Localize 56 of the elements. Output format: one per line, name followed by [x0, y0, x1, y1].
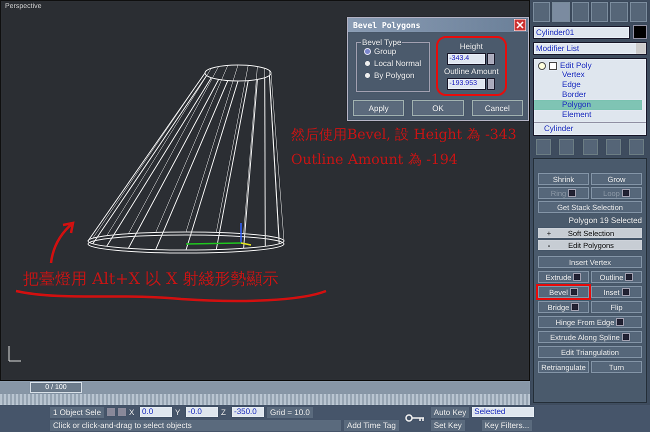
- key-filters-button[interactable]: Key Filters...: [482, 420, 532, 430]
- radio-button[interactable]: [365, 73, 370, 78]
- dialog-button[interactable]: Cancel: [472, 100, 523, 116]
- base-object-item[interactable]: Cylinder: [534, 122, 646, 134]
- axis-label: Y: [175, 408, 182, 416]
- field-label: Outline Amount: [444, 67, 499, 76]
- field-label: Height: [460, 42, 483, 51]
- object-color-swatch[interactable]: [633, 25, 647, 39]
- dropdown-label: Modifier List: [536, 43, 580, 54]
- sub-object-item[interactable]: Border: [534, 90, 642, 100]
- settings-icon[interactable]: [622, 333, 630, 341]
- group-title: Bevel Type: [361, 38, 402, 47]
- coordinate-field[interactable]: -0.0: [186, 407, 218, 417]
- settings-icon[interactable]: [570, 288, 578, 296]
- modifier-list-dropdown[interactable]: Modifier List: [533, 42, 647, 55]
- settings-icon[interactable]: [625, 273, 634, 281]
- auto-key-button[interactable]: Auto Key: [430, 406, 470, 418]
- object-name-field[interactable]: Cylinder01: [533, 26, 630, 38]
- annotation-text: Outline Amount 為 -194: [291, 151, 458, 169]
- annotation-arrow: [50, 222, 74, 264]
- selection-count: 1 Object Sele: [50, 406, 104, 418]
- selection-info: Polygon 19 Selected: [568, 215, 642, 226]
- spinner-icon[interactable]: [487, 53, 496, 65]
- radio-label[interactable]: Group: [374, 47, 396, 56]
- key-mode-dropdown[interactable]: Selected: [472, 407, 534, 417]
- axis-icon: [8, 346, 22, 362]
- settings-icon[interactable]: [571, 303, 580, 311]
- settings-icon[interactable]: [622, 288, 630, 296]
- spinner-icon[interactable]: [487, 78, 496, 90]
- track-bar[interactable]: [0, 394, 530, 405]
- grid-size: Grid = 10.0: [267, 406, 313, 418]
- settings-icon[interactable]: [616, 318, 624, 326]
- sub-object-item[interactable]: Polygon: [534, 100, 642, 110]
- radio-label[interactable]: Local Normal: [374, 59, 422, 68]
- sub-object-item[interactable]: Edge: [534, 80, 642, 90]
- dialog-button[interactable]: Apply: [353, 100, 404, 116]
- dialog-title: Bevel Polygons: [353, 20, 420, 30]
- annotation-text: 把臺燈用 Alt+X 以 X 射綫形勢顯示: [23, 269, 279, 290]
- annotation-text: 然后使用Bevel, 設 Height 為 -343: [291, 126, 517, 144]
- dialog-button[interactable]: OK: [412, 100, 464, 116]
- radio-button[interactable]: [365, 61, 370, 66]
- coordinate-field[interactable]: -350.0: [232, 407, 264, 417]
- add-time-tag-button[interactable]: Add Time Tag: [344, 420, 399, 430]
- coordinate-field[interactable]: 0.0: [140, 407, 172, 417]
- prompt-text: Click or click-and-drag to select objects: [50, 420, 341, 430]
- radio-button[interactable]: [365, 49, 370, 54]
- axis-label: Z: [221, 408, 227, 416]
- set-key-button[interactable]: Set Key: [430, 420, 465, 430]
- close-icon[interactable]: [514, 19, 526, 31]
- sub-object-item[interactable]: Vertex: [534, 70, 642, 80]
- radio-label[interactable]: By Polygon: [374, 71, 414, 80]
- sub-object-item[interactable]: Element: [534, 110, 642, 120]
- transform-gizmo-icon[interactable]: [186, 223, 252, 246]
- settings-icon[interactable]: [573, 273, 582, 281]
- axis-label: X: [129, 408, 136, 416]
- modifier-item[interactable]: Edit Poly: [560, 61, 592, 70]
